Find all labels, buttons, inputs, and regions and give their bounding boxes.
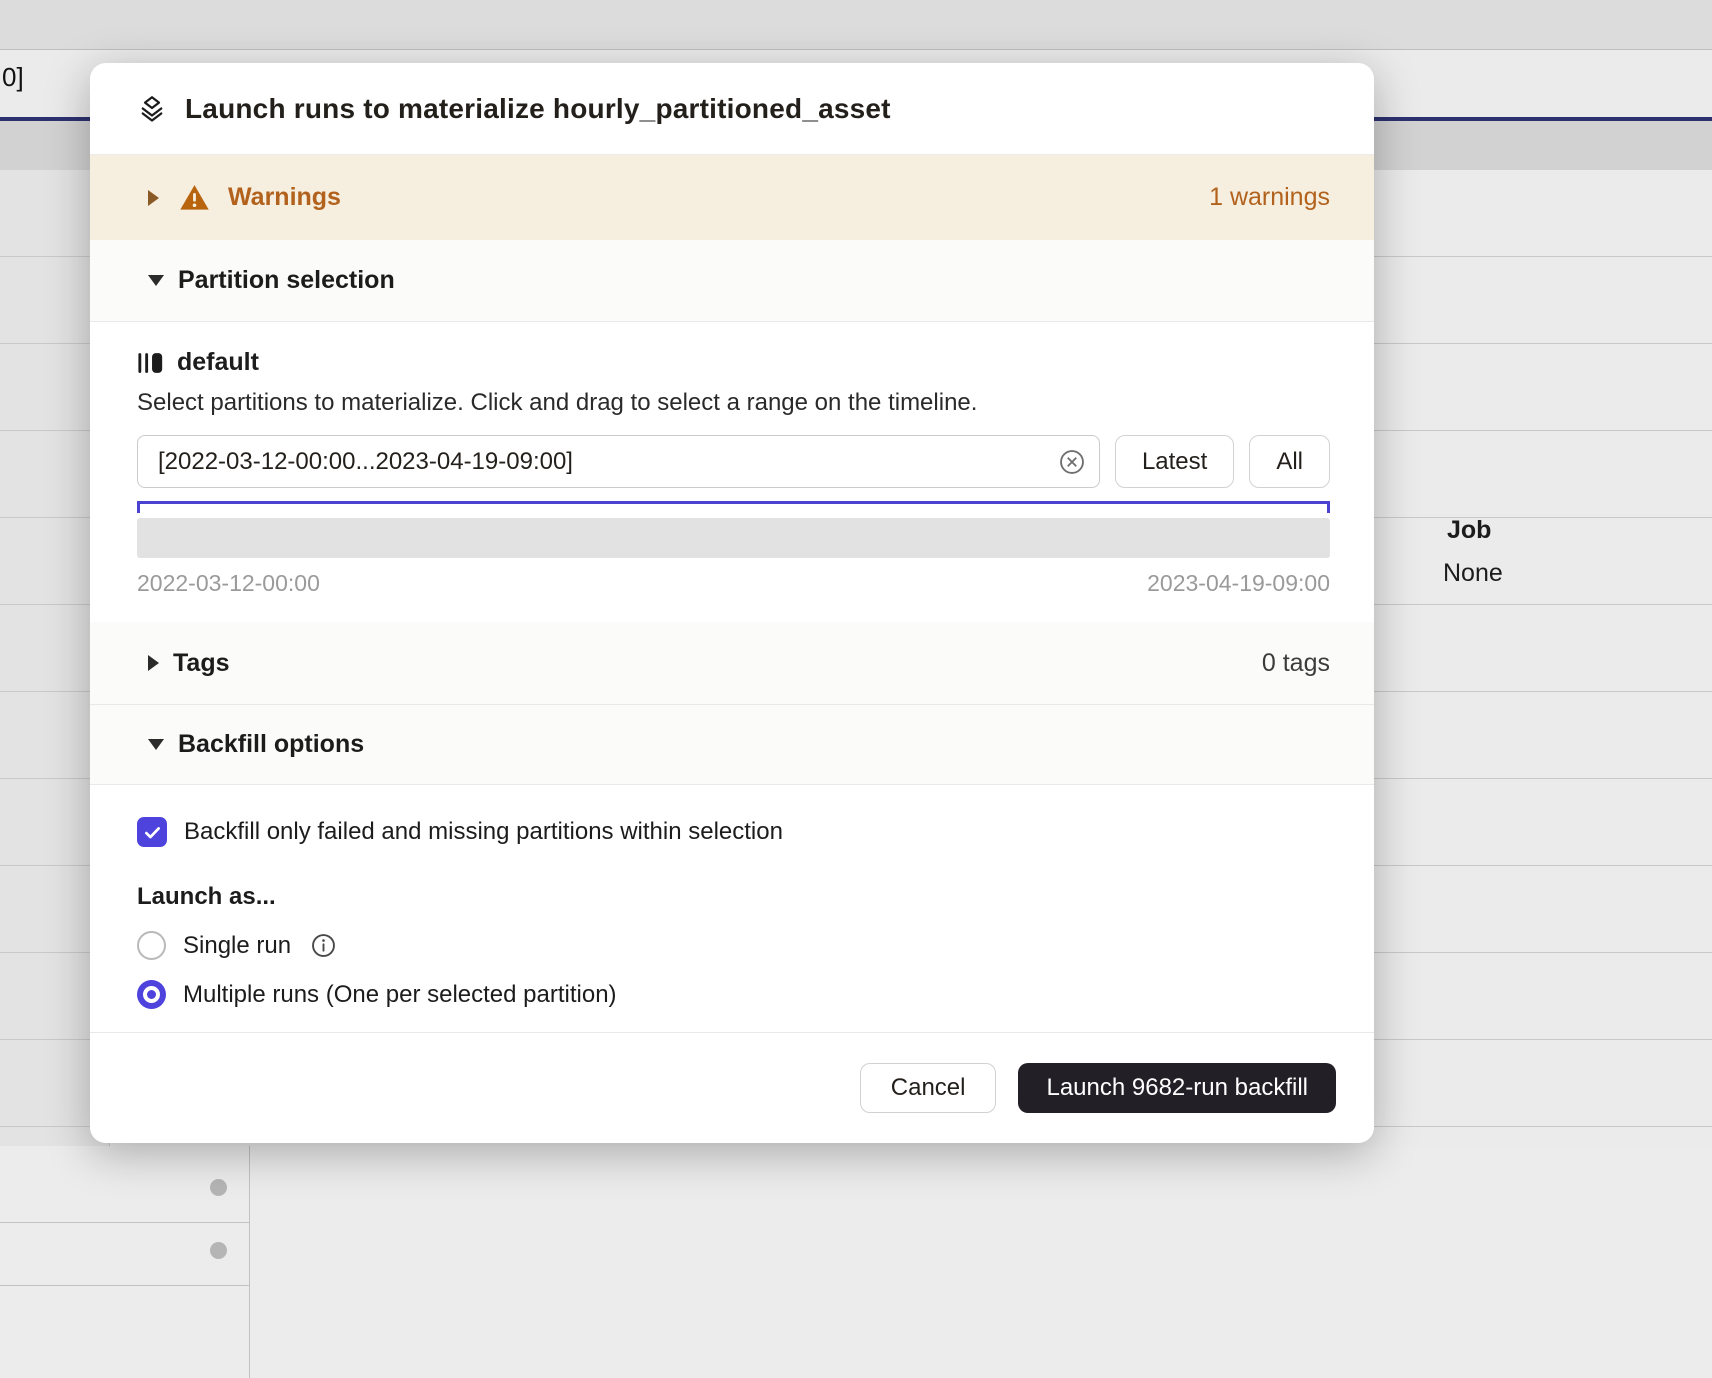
- background-status-dot: [210, 1179, 227, 1196]
- single-run-option[interactable]: Single run: [137, 931, 1330, 960]
- background-job-column-header: Job: [1447, 516, 1491, 545]
- timeline-date-labels: 2022-03-12-00:00 2023-04-19-09:00: [137, 570, 1330, 597]
- backfill-options-title: Backfill options: [178, 730, 364, 759]
- partition-selection-title: Partition selection: [178, 266, 395, 295]
- tags-count: 0 tags: [1262, 649, 1330, 678]
- background-toolbar: [0, 0, 1712, 50]
- backfill-options-content: Backfill only failed and missing partiti…: [90, 785, 1374, 1032]
- partition-description: Select partitions to materialize. Click …: [137, 389, 1330, 417]
- single-run-label: Single run: [183, 932, 291, 960]
- radio-unchecked-icon[interactable]: [137, 931, 166, 960]
- chevron-down-icon: [148, 739, 164, 750]
- partition-set-icon: [137, 352, 164, 374]
- chevron-right-icon: [148, 190, 159, 206]
- cancel-button[interactable]: Cancel: [860, 1063, 997, 1113]
- backfill-only-failed-row[interactable]: Backfill only failed and missing partiti…: [137, 817, 1330, 847]
- tags-title: Tags: [173, 649, 230, 678]
- chevron-right-icon: [148, 655, 159, 671]
- latest-button[interactable]: Latest: [1115, 435, 1234, 488]
- background-partial-text: 0]: [2, 62, 24, 93]
- multiple-runs-option[interactable]: Multiple runs (One per selected partitio…: [137, 980, 1330, 1009]
- chevron-down-icon: [148, 275, 164, 286]
- background-bottom-area: [0, 1146, 1712, 1378]
- partition-range-input[interactable]: [137, 435, 1100, 488]
- launch-backfill-dialog: Launch runs to materialize hourly_partit…: [90, 63, 1374, 1143]
- timeline-end-label: 2023-04-19-09:00: [1147, 570, 1330, 597]
- partition-selection-section-header[interactable]: Partition selection: [90, 240, 1374, 322]
- dialog-header: Launch runs to materialize hourly_partit…: [90, 63, 1374, 155]
- dialog-footer: Cancel Launch 9682-run backfill: [90, 1032, 1374, 1143]
- partition-selection-content: default Select partitions to materialize…: [90, 322, 1374, 622]
- clear-input-icon[interactable]: [1058, 448, 1086, 476]
- partition-dimension-row: default: [137, 348, 1330, 377]
- partition-range-input-wrap: [137, 435, 1100, 488]
- all-button[interactable]: All: [1249, 435, 1330, 488]
- radio-checked-icon[interactable]: [137, 980, 166, 1009]
- warnings-count: 1 warnings: [1209, 183, 1330, 212]
- partition-dimension-name: default: [177, 348, 259, 377]
- info-icon[interactable]: [310, 932, 337, 959]
- timeline-bar[interactable]: [137, 518, 1330, 558]
- tags-section-header[interactable]: Tags 0 tags: [90, 622, 1374, 705]
- timeline-selection-range[interactable]: [137, 501, 1330, 513]
- timeline-start-label: 2022-03-12-00:00: [137, 570, 320, 597]
- background-row-divider: [0, 1222, 250, 1223]
- dialog-title: Launch runs to materialize hourly_partit…: [185, 93, 891, 125]
- warnings-label: Warnings: [228, 183, 341, 212]
- checkbox-checked-icon[interactable]: [137, 817, 167, 847]
- backfill-only-failed-label: Backfill only failed and missing partiti…: [184, 818, 783, 846]
- background-column-divider: [249, 1146, 250, 1378]
- launch-backfill-button[interactable]: Launch 9682-run backfill: [1018, 1063, 1336, 1113]
- background-row-divider: [0, 1285, 250, 1286]
- materialize-icon: [137, 94, 167, 124]
- launch-as-label: Launch as...: [137, 883, 1330, 911]
- warnings-section-header[interactable]: Warnings 1 warnings: [90, 155, 1374, 240]
- multiple-runs-label: Multiple runs (One per selected partitio…: [183, 981, 617, 1009]
- screen: 0] Job None Launch runs to material: [0, 0, 1712, 1378]
- warning-triangle-icon: [179, 183, 210, 212]
- partition-input-row: Latest All: [137, 435, 1330, 488]
- background-job-value: None: [1443, 559, 1503, 588]
- background-status-dot: [210, 1242, 227, 1259]
- backfill-options-section-header[interactable]: Backfill options: [90, 705, 1374, 785]
